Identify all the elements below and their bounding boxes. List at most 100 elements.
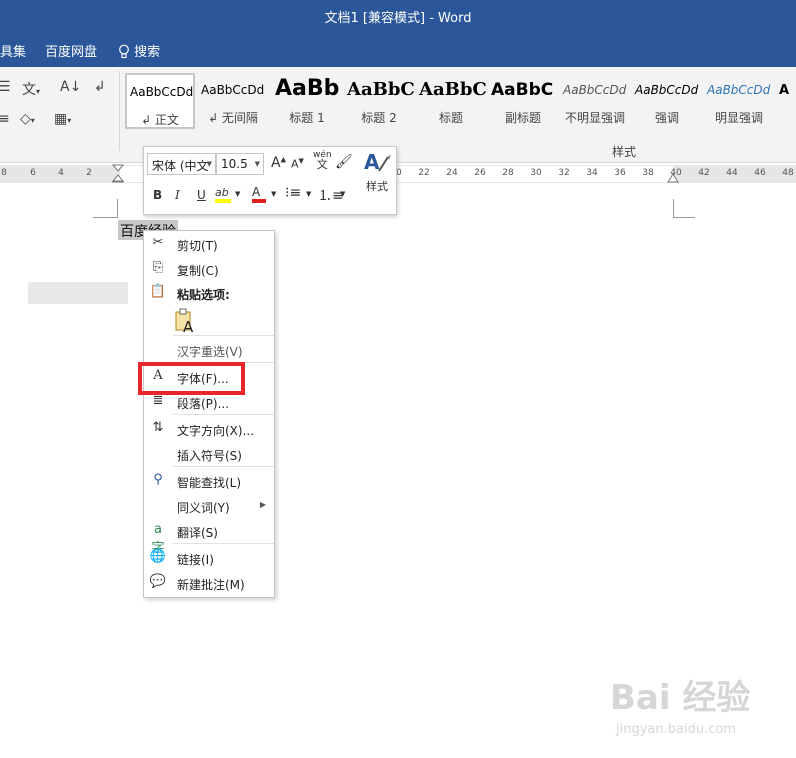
- style-preview: AaBbCcDd: [201, 83, 265, 97]
- menu-separator: [173, 335, 274, 336]
- style-preview: AaBbC: [347, 79, 414, 100]
- style-label: 标题 1: [289, 111, 325, 125]
- tab-baidu-netdisk[interactable]: 百度网盘: [45, 41, 97, 60]
- style-label: 明显强调: [714, 111, 763, 125]
- paste-keep-text-only-button[interactable]: A: [174, 308, 198, 336]
- style-heading-2[interactable]: AaBbC 标题 2: [344, 73, 414, 129]
- shrink-font-button[interactable]: A▼: [291, 157, 304, 171]
- menu-item-link[interactable]: 🌐 链接(I): [144, 546, 274, 570]
- text-direction-icon: ⇅: [152, 420, 164, 435]
- format-painter-icon[interactable]: 🖌: [335, 154, 353, 170]
- font-name-value: 宋体 (中文: [152, 159, 209, 173]
- menu-item-reconversion[interactable]: 汉字重选(V): [144, 338, 274, 362]
- ruler-number: 4: [58, 168, 64, 178]
- chevron-down-icon[interactable]: ▼: [235, 190, 240, 198]
- font-size-value: 10.5: [221, 157, 248, 171]
- ruler-number: 8: [1, 168, 7, 178]
- style-more[interactable]: A: [776, 73, 796, 129]
- style-intense-emphasis[interactable]: AaBbCcDd 明显强调: [704, 73, 774, 129]
- copy-icon: ⎘: [152, 260, 164, 275]
- pinyin-guide-icon[interactable]: 文▾: [22, 79, 40, 99]
- style-title[interactable]: AaBbC 标题: [416, 73, 486, 129]
- menu-item-label: 汉字重选(V): [177, 345, 243, 359]
- title-bar: 文档1 [兼容模式] - Word: [0, 0, 796, 31]
- style-label: 强调: [654, 111, 679, 125]
- ruler-number: 38: [642, 168, 654, 178]
- tell-me-search[interactable]: 搜索: [118, 41, 160, 60]
- menu-item-synonyms[interactable]: 同义词(Y) ▶: [144, 494, 274, 518]
- highlight-button[interactable]: ab: [215, 185, 231, 203]
- borders-icon[interactable]: ▦▾: [54, 111, 71, 127]
- font-size-box[interactable]: 10.5 ▼: [216, 153, 264, 175]
- italic-button[interactable]: I: [175, 188, 180, 202]
- chevron-down-icon[interactable]: ▼: [340, 190, 345, 198]
- ribbon-tab-bar: 具集 百度网盘 搜索: [0, 31, 796, 67]
- styles-label: 样式: [366, 180, 388, 193]
- menu-item-insert-symbol[interactable]: 插入符号(S): [144, 442, 274, 466]
- menu-separator: [173, 466, 274, 467]
- style-preview: AaBb: [275, 76, 340, 101]
- sort-icon[interactable]: A↓: [60, 79, 81, 95]
- chevron-down-icon[interactable]: ▼: [255, 160, 260, 168]
- paste-keep-text-icon: A: [175, 308, 194, 336]
- chevron-down-icon[interactable]: ▼: [271, 190, 276, 198]
- menu-item-text-direction[interactable]: ⇅ 文字方向(X)...: [144, 417, 274, 441]
- align-icon[interactable]: ≡: [0, 111, 10, 127]
- phonetic-guide-char: 文: [316, 158, 328, 171]
- phonetic-guide-button[interactable]: wén 文: [313, 150, 332, 170]
- style-subtitle[interactable]: AaBbC 副标题: [488, 73, 558, 129]
- font-color-bar: [252, 199, 266, 203]
- menu-item-smart-lookup[interactable]: ⚲ 智能查找(L): [144, 469, 274, 493]
- font-color-button[interactable]: A: [252, 185, 266, 203]
- chevron-down-icon[interactable]: ▼: [207, 160, 212, 168]
- tab-toolkit[interactable]: 具集: [0, 41, 26, 60]
- style-emphasis[interactable]: AaBbCcDd 强调: [632, 73, 702, 129]
- menu-item-label: 插入符号(S): [177, 449, 242, 463]
- ruler-number: 44: [726, 168, 738, 178]
- list-icon[interactable]: ☰: [0, 79, 11, 95]
- paste-icon: 📋: [149, 284, 167, 299]
- paragraph-icon: ≣: [152, 393, 164, 408]
- ruler-number: 30: [530, 168, 542, 178]
- menu-item-label: 文字方向(X)...: [177, 424, 255, 438]
- shading-icon[interactable]: ◇▾: [20, 111, 35, 127]
- styles-button[interactable]: A 样式: [360, 149, 394, 194]
- menu-item-copy[interactable]: ⎘ 复制(C): [144, 257, 274, 281]
- font-name-box[interactable]: 宋体 (中文 ▼: [147, 153, 216, 175]
- menu-separator: [173, 543, 274, 544]
- style-preview: AaBbCcDd: [130, 85, 194, 99]
- show-marks-icon[interactable]: ↲: [94, 79, 106, 95]
- menu-item-label: 链接(I): [177, 553, 214, 567]
- style-subtle-emphasis[interactable]: AaBbCcDd 不明显强调: [560, 73, 630, 129]
- menu-item-label: 段落(P)...: [177, 397, 230, 411]
- margin-corner-mark: [93, 199, 118, 218]
- ruler-number: 46: [754, 168, 766, 178]
- menu-item-paste-options: 📋 粘贴选项:: [144, 281, 274, 305]
- menu-item-label: 复制(C): [177, 264, 219, 278]
- bold-button[interactable]: B: [153, 188, 162, 202]
- right-indent-marker-icon[interactable]: [667, 170, 679, 184]
- style-preview: AaBbCcDd: [563, 83, 627, 97]
- style-no-spacing[interactable]: AaBbCcDd ↲ 无间隔: [198, 73, 268, 129]
- underline-button[interactable]: U: [197, 188, 206, 202]
- ruler-number: 48: [782, 168, 794, 178]
- menu-item-translate[interactable]: a字 翻译(S): [144, 519, 274, 556]
- styles-group-label: 样式: [612, 145, 637, 159]
- style-label: 副标题: [504, 111, 541, 125]
- grow-font-button[interactable]: A▲: [271, 155, 286, 171]
- menu-item-label: 剪切(T): [177, 239, 218, 253]
- style-heading-1[interactable]: AaBb 标题 1: [272, 73, 342, 129]
- menu-item-new-comment[interactable]: 💬 新建批注(M): [144, 571, 274, 595]
- menu-item-cut[interactable]: ✂ 剪切(T): [144, 232, 274, 256]
- ruler-number: 34: [586, 168, 598, 178]
- styles-icon: A: [364, 150, 391, 174]
- highlight-color-bar: [215, 199, 231, 203]
- style-normal[interactable]: AaBbCcDd ↲ 正文: [125, 73, 195, 129]
- margin-corner-mark: [673, 199, 695, 218]
- bullets-icon[interactable]: ⁝≡: [285, 185, 301, 201]
- chevron-down-icon[interactable]: ▼: [306, 190, 311, 198]
- ruler-number: 26: [474, 168, 486, 178]
- link-icon: 🌐: [149, 549, 167, 564]
- watermark-url: jingyan.baidu.com: [616, 722, 736, 737]
- style-label: ↲ 无间隔: [208, 111, 258, 125]
